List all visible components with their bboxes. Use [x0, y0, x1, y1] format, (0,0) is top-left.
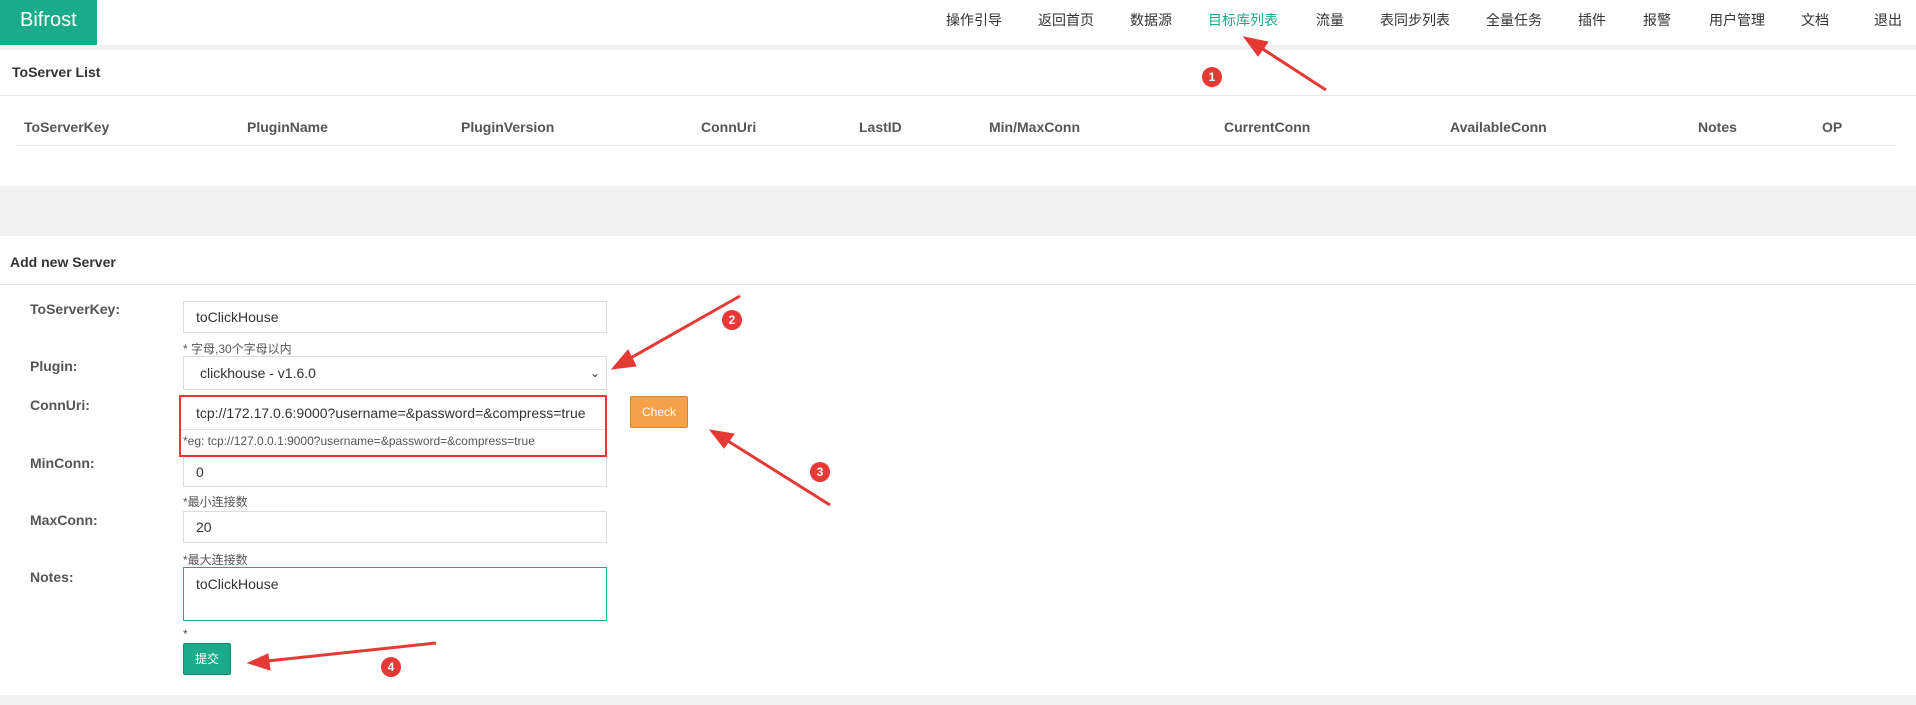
list-panel-title: ToServer List [12, 64, 101, 80]
annotation-highlight-box [179, 395, 607, 457]
nav-target-list[interactable]: 目标库列表 [1208, 0, 1278, 40]
notes-hint: * [183, 627, 188, 641]
nav-plugins[interactable]: 插件 [1578, 0, 1606, 40]
maxconn-input[interactable]: 20 [183, 511, 607, 543]
check-button[interactable]: Check [630, 396, 688, 428]
col-currentconn: CurrentConn [1224, 119, 1311, 135]
plugin-selected-value: clickhouse - v1.6.0 [200, 365, 316, 381]
col-lastid: LastID [859, 119, 902, 135]
col-op: OP [1822, 119, 1843, 135]
col-notes: Notes [1698, 119, 1737, 135]
annotation-badge-3: 3 [810, 462, 830, 482]
section-gap [0, 186, 1916, 236]
divider [0, 284, 1916, 285]
nav-docs[interactable]: 文档 [1801, 0, 1829, 40]
nav-user-mgmt[interactable]: 用户管理 [1709, 0, 1765, 40]
form-panel-title: Add new Server [10, 254, 116, 270]
arrowhead-2 [610, 349, 637, 370]
nav-full-task[interactable]: 全量任务 [1486, 0, 1542, 40]
col-connuri: ConnUri [701, 119, 757, 135]
nav-table-sync[interactable]: 表同步列表 [1380, 0, 1450, 40]
annotation-badge-1: 1 [1202, 67, 1222, 87]
label-connuri: ConnUri: [30, 397, 90, 413]
col-minmaxconn: Min/MaxConn [989, 119, 1080, 135]
annotation-badge-2: 2 [722, 310, 742, 330]
nav-logout[interactable]: 退出 [1874, 0, 1902, 40]
nav-traffic[interactable]: 流量 [1316, 0, 1344, 40]
maxconn-hint: *最大连接数 [183, 553, 248, 567]
plugin-select[interactable]: clickhouse - v1.6.0 ⌄ [183, 356, 607, 390]
arrowhead-3 [708, 429, 735, 449]
toserverkey-input[interactable]: toClickHouse [183, 301, 607, 333]
chevron-down-icon: ⌄ [589, 366, 600, 380]
arrowhead-4 [246, 653, 271, 671]
col-pluginname: PluginName [247, 119, 328, 135]
brand-logo[interactable]: Bifrost [0, 0, 97, 45]
col-availableconn: AvailableConn [1450, 119, 1547, 135]
arrow-4 [257, 641, 437, 664]
table-bottom-border [16, 145, 1896, 146]
col-pluginversion: PluginVersion [461, 119, 555, 135]
label-notes: Notes: [30, 569, 74, 585]
minconn-hint: *最小连接数 [183, 495, 248, 509]
nav-home[interactable]: 返回首页 [1038, 0, 1094, 40]
label-toserverkey: ToServerKey: [30, 301, 121, 317]
notes-textarea[interactable]: toClickHouse [183, 567, 607, 621]
footer-band [0, 695, 1916, 705]
col-toserverkey: ToServerKey [24, 119, 110, 135]
toserverkey-hint: * 字母,30个字母以内 [183, 342, 292, 356]
label-maxconn: MaxConn: [30, 512, 98, 528]
nav-datasource[interactable]: 数据源 [1130, 0, 1172, 40]
arrow-2 [619, 294, 741, 366]
submit-button[interactable]: 提交 [183, 643, 231, 675]
annotation-badge-4: 4 [381, 657, 401, 677]
section-divider [0, 45, 1916, 50]
minconn-input[interactable]: 0 [183, 457, 607, 487]
nav-alarm[interactable]: 报警 [1643, 0, 1671, 40]
top-navbar: Bifrost 操作引导 返回首页 数据源 目标库列表 流量 表同步列表 全量任… [0, 0, 1916, 46]
nav-guide[interactable]: 操作引导 [946, 0, 1002, 40]
label-minconn: MinConn: [30, 455, 95, 471]
label-plugin: Plugin: [30, 358, 78, 374]
divider [0, 95, 1916, 96]
